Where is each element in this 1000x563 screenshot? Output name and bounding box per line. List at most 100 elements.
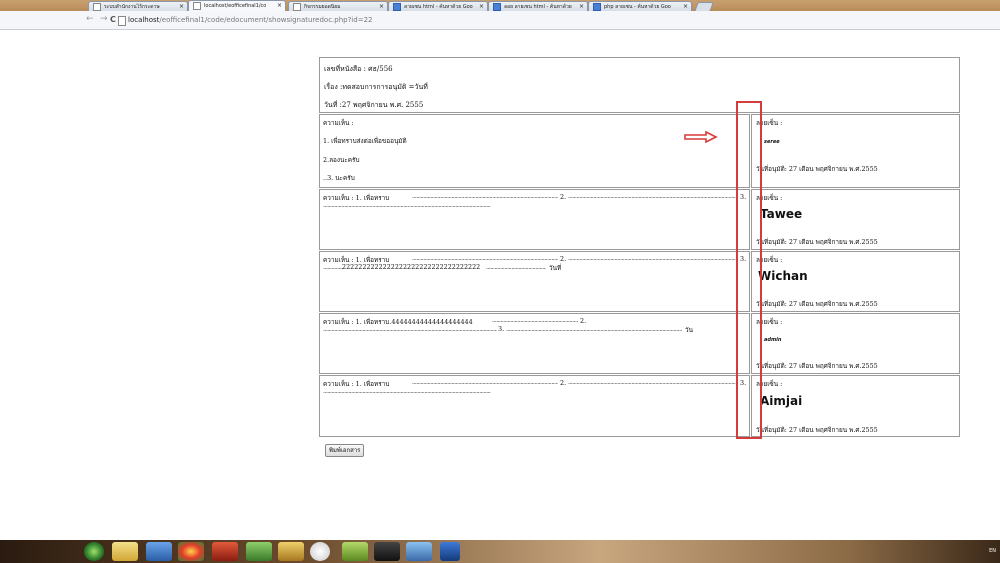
- close-icon[interactable]: ×: [479, 2, 484, 11]
- tab-label: ลอย ลายเซน html - ค้นหาด้วย: [504, 4, 572, 10]
- tab-5[interactable]: ลอย ลายเซน html - ค้นหาด้วย ×: [488, 1, 588, 11]
- folder-icon[interactable]: [112, 542, 138, 561]
- dotted-line: ..................: [323, 264, 343, 271]
- close-icon[interactable]: ×: [277, 1, 282, 11]
- page-icon: [193, 1, 201, 10]
- forward-button[interactable]: →: [100, 14, 108, 24]
- address-bar: ← → C localhost/eofficefinal1/code/edocu…: [0, 11, 1000, 30]
- dotted-line: ........................................…: [568, 255, 738, 262]
- signature-cell: ลายเซ็น : Aimjai วันที่อนุมัติ: 27 เดือน…: [751, 375, 960, 437]
- approve-date: วันที่อนุมัติ: 27 เดือน พฤศจิกายน พ.ศ.25…: [756, 165, 878, 173]
- app-icon[interactable]: [406, 542, 432, 561]
- tab-label: ลายเซน html - ค้นหาด้วย Goo: [404, 4, 473, 10]
- highlight-box: [736, 101, 762, 439]
- approval-row: ความเห็น : 1. เพื่อทราบ ................…: [319, 375, 960, 437]
- comment-cell: ความเห็น : 1. เพื่อทราบ ................…: [319, 189, 750, 250]
- comment-label: ความเห็น :: [323, 119, 354, 127]
- signature-image: seree: [764, 139, 780, 145]
- photoshop-icon[interactable]: [440, 542, 460, 561]
- comment-cell: ความเห็น : 1. เพื่อทราบ ................…: [319, 251, 750, 312]
- dotted-line: ........................................…: [492, 317, 578, 324]
- approval-row: ความเห็น : 1. เพื่อทราบ.4444444444444444…: [319, 313, 960, 374]
- item-number: 2.: [560, 255, 567, 263]
- browser-tab-bar: ระบบสำนักงานไร้กระดาษ × localhost/eoffice…: [0, 0, 1000, 12]
- tab-6[interactable]: php ลายเซน - ค้นหาด้วย Goo ×: [588, 1, 692, 11]
- dotted-line: ........................................…: [412, 379, 558, 386]
- signature-cell: ลายเซ็น : admin วันที่อนุมัติ: 27 เดือน …: [751, 313, 960, 374]
- approval-row: ความเห็น : 1. เพื่อทราบ ................…: [319, 189, 960, 250]
- dreamweaver-icon[interactable]: [342, 542, 368, 561]
- item-number: 2.: [580, 317, 587, 325]
- item-number: 3.: [498, 325, 505, 333]
- comment-line: 2.ลองนะครับ: [323, 156, 360, 164]
- url-path: /eofficefinal1/code/edocument/showsignat…: [159, 16, 373, 24]
- comment-line: ..3. นะครับ: [323, 174, 355, 182]
- comment-cell: ความเห็น : 1. เพื่อทราบ.4444444444444444…: [319, 313, 750, 374]
- start-button[interactable]: [84, 542, 104, 561]
- approval-row: ความเห็น : 1. เพื่อทราบ ................…: [319, 251, 960, 312]
- search-icon: [393, 2, 401, 11]
- comment-line: วัน: [685, 326, 693, 334]
- doc-subject: เรื่อง :ทดสอบการการอนุมัติ =วันที่: [324, 83, 428, 91]
- print-button[interactable]: พิมพ์เอกสาร: [325, 444, 365, 457]
- dotted-line: ........................................…: [486, 264, 546, 271]
- signature-image: Aimjai: [760, 394, 803, 408]
- chrome-icon[interactable]: [178, 542, 204, 561]
- comment-cell: ความเห็น : 1. เพื่อทราบ ................…: [319, 375, 750, 437]
- approve-date: วันที่อนุมัติ: 27 เดือน พฤศจิกายน พ.ศ.25…: [756, 426, 878, 434]
- dotted-line: ........................................…: [412, 255, 558, 262]
- doc-number: เลขที่หนังสือ : ศธ/556: [324, 65, 393, 73]
- approve-date: วันที่อนุมัติ: 27 เดือน พฤศจิกายน พ.ศ.25…: [756, 300, 878, 308]
- back-button[interactable]: ←: [86, 14, 94, 24]
- comment-line: วันที่: [549, 264, 562, 272]
- dotted-line: ........................................…: [323, 202, 491, 209]
- tab-label: php ลายเซน - ค้นหาด้วย Goo: [604, 4, 671, 10]
- doc-header: เลขที่หนังสือ : ศธ/556 เรื่อง :ทดสอบการก…: [319, 57, 960, 113]
- dotted-line: ........................................…: [506, 326, 682, 333]
- app-icon[interactable]: [278, 542, 304, 561]
- approve-date: วันที่อนุมัติ: 27 เดือน พฤศจิกายน พ.ศ.25…: [756, 238, 878, 246]
- page-icon: [293, 2, 301, 11]
- media-player-icon[interactable]: [146, 542, 172, 561]
- dotted-line: ........................................…: [568, 193, 738, 200]
- tab-label: กิจกรรมยอดนิยม: [304, 4, 341, 10]
- page-icon: [118, 16, 126, 26]
- close-icon[interactable]: ×: [179, 2, 184, 11]
- signature-image: Tawee: [760, 207, 803, 221]
- tab-label: localhost/eofficefinal1/co: [204, 3, 267, 9]
- tab-2-active[interactable]: localhost/eofficefinal1/co ×: [188, 0, 286, 11]
- page-icon: [93, 2, 101, 11]
- comment-cell: ความเห็น : 1. เพื่อทราบส่งต่อเพื่อขออนุม…: [319, 114, 750, 188]
- dotted-line: ........................................…: [323, 326, 497, 333]
- item-number: 2.: [560, 379, 567, 387]
- close-icon[interactable]: ×: [379, 2, 384, 11]
- chat-icon[interactable]: [310, 542, 330, 561]
- dotted-line: ........................................…: [412, 193, 558, 200]
- signature-image: admin: [764, 337, 782, 343]
- app-icon[interactable]: [212, 542, 238, 561]
- doc-date: วันที่ :27 พฤศจิกายน พ.ศ. 2555: [324, 101, 424, 109]
- arrow-right-icon: [684, 131, 718, 143]
- comment-line: 1. เพื่อทราบส่งต่อเพื่อขออนุมัติ: [323, 137, 407, 145]
- signature-cell: ลายเซ็น : Tawee วันที่อนุมัติ: 27 เดือน …: [751, 189, 960, 250]
- language-indicator[interactable]: EN: [989, 548, 996, 554]
- tab-1[interactable]: ระบบสำนักงานไร้กระดาษ ×: [88, 1, 188, 11]
- reload-button[interactable]: C: [110, 15, 116, 24]
- comment-line: 2222222222222222222222222222222222: [342, 263, 481, 271]
- signature-cell: ลายเซ็น : seree วันที่อนุมัติ: 27 เดือน …: [751, 114, 960, 188]
- url-field[interactable]: localhost/eofficefinal1/code/edocument/s…: [128, 16, 372, 24]
- search-icon: [593, 2, 601, 11]
- search-icon: [493, 2, 501, 11]
- app-icon[interactable]: [246, 542, 272, 561]
- dotted-line: ........................................…: [323, 388, 491, 395]
- app-icon[interactable]: [374, 542, 400, 561]
- signature-image: Wichan: [758, 269, 808, 283]
- close-icon[interactable]: ×: [579, 2, 584, 11]
- tab-label: ระบบสำนักงานไร้กระดาษ: [104, 4, 160, 10]
- url-host: localhost: [128, 16, 160, 24]
- tab-3[interactable]: กิจกรรมยอดนิยม ×: [288, 1, 388, 11]
- close-icon[interactable]: ×: [683, 2, 688, 11]
- tab-4[interactable]: ลายเซน html - ค้นหาด้วย Goo ×: [388, 1, 488, 11]
- approval-row: ความเห็น : 1. เพื่อทราบส่งต่อเพื่อขออนุม…: [319, 114, 960, 188]
- signature-cell: ลายเซ็น : Wichan วันที่อนุมัติ: 27 เดือน…: [751, 251, 960, 312]
